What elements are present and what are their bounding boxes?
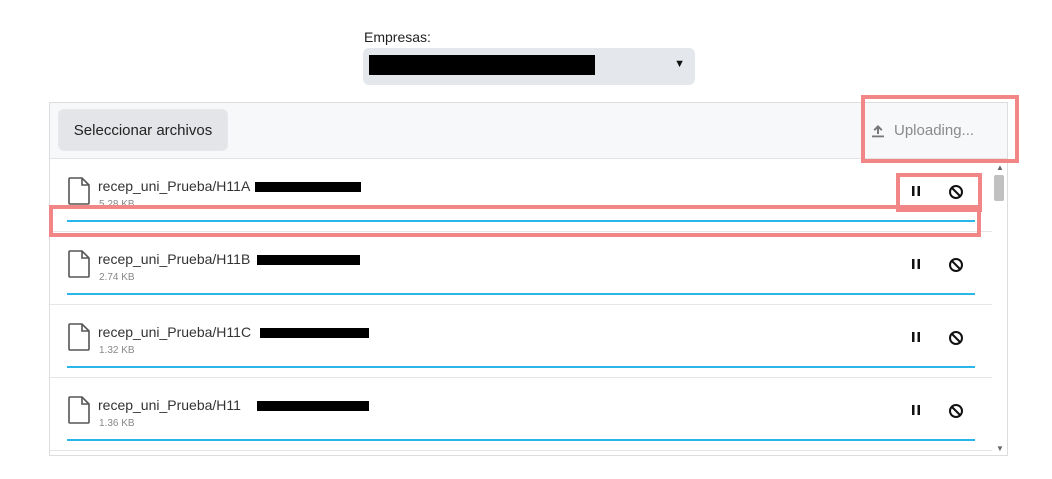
upload-status-label: Uploading... <box>894 122 975 139</box>
file-size: 1.36 KB <box>99 418 135 429</box>
file-size: 5.28 KB <box>99 199 135 210</box>
upload-status: Uploading... <box>870 103 974 158</box>
empresas-label: Empresas: <box>364 29 431 45</box>
file-name: recep_uni_Prueba/H11A <box>98 178 251 194</box>
file-name: recep_uni_Prueba/H11B <box>98 251 251 267</box>
chevron-down-icon: ▼ <box>674 58 685 70</box>
redacted-file-name <box>260 328 369 338</box>
file-uploader: Seleccionar archivos Uploading... recep_… <box>49 102 1008 456</box>
cancel-icon[interactable] <box>948 184 964 200</box>
pause-icon[interactable] <box>910 331 922 343</box>
upload-progress-bar <box>67 366 975 368</box>
file-row: recep_uni_Prueba/H11 1.36 KB <box>50 378 992 451</box>
scroll-down-arrow[interactable]: ▼ <box>996 444 1004 453</box>
file-icon <box>68 250 90 278</box>
redacted-file-name <box>257 255 360 265</box>
file-icon <box>68 177 90 205</box>
file-row: recep_uni_Prueba/H11B 2.74 KB <box>50 232 992 305</box>
upload-progress-bar <box>67 439 975 441</box>
empresas-select[interactable]: ▼ <box>363 48 695 85</box>
file-row: recep_uni_Prueba/H11C 1.32 KB <box>50 305 992 378</box>
cancel-icon[interactable] <box>948 403 964 419</box>
upload-icon <box>872 124 884 137</box>
file-icon <box>68 323 90 351</box>
redacted-company-name <box>369 55 595 75</box>
file-size: 1.32 KB <box>99 345 135 356</box>
cancel-icon[interactable] <box>948 257 964 273</box>
pause-icon[interactable] <box>910 258 922 270</box>
cancel-icon[interactable] <box>948 330 964 346</box>
uploader-toolbar: Seleccionar archivos Uploading... <box>50 103 1007 159</box>
select-files-button[interactable]: Seleccionar archivos <box>58 109 228 151</box>
redacted-file-name <box>255 182 361 192</box>
file-size: 2.74 KB <box>99 272 135 283</box>
file-list: recep_uni_Prueba/H11A 5.28 KB recep_uni_… <box>50 159 992 455</box>
pause-icon[interactable] <box>910 404 922 416</box>
upload-progress-bar <box>67 220 975 222</box>
upload-progress-bar <box>67 293 975 295</box>
scroll-up-arrow[interactable]: ▲ <box>996 163 1004 172</box>
file-icon <box>68 396 90 424</box>
pause-icon[interactable] <box>910 185 922 197</box>
redacted-file-name <box>257 401 369 411</box>
file-name: recep_uni_Prueba/H11C <box>98 324 252 340</box>
scroll-thumb[interactable] <box>994 175 1004 201</box>
file-name: recep_uni_Prueba/H11 <box>98 397 241 413</box>
file-list-scrollbar[interactable]: ▲ ▼ <box>992 159 1007 455</box>
file-row: recep_uni_Prueba/H11A 5.28 KB <box>50 159 992 232</box>
